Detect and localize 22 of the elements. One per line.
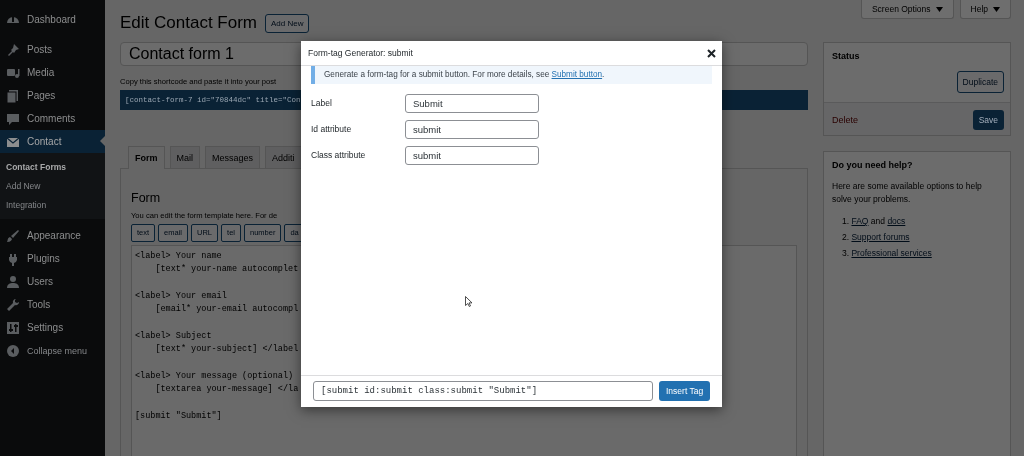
code-line: <label> Your name — [135, 250, 222, 263]
dialog-title: Form-tag Generator: submit — [308, 48, 413, 58]
code-line: [textarea your-message] </la — [154, 382, 299, 396]
page-title: Edit Contact Form — [120, 13, 257, 33]
field-label: Class attribute — [311, 149, 367, 162]
help-list-item: 1. FAQ and docs — [842, 215, 907, 228]
panel-heading: Form — [131, 191, 162, 205]
field-label: Id attribute — [311, 123, 353, 136]
code-line: [submit "Submit"] — [135, 409, 222, 423]
help-list-item: 2. Support forums — [842, 231, 911, 244]
help-text: Here are some available options to help solve your problems. — [831, 180, 983, 206]
code-line: <label> Subject — [135, 329, 212, 343]
notice-text: Generate a form-tag for a submit button. For more details, see Submit button. — [311, 66, 712, 84]
card-title: Status — [831, 50, 861, 61]
code-line: [email* your-email autocompl — [154, 303, 299, 317]
card-title: Do you need help? — [831, 159, 914, 170]
field-label: Label — [311, 97, 333, 110]
help-list-item: 3. Professional services — [842, 247, 933, 260]
code-line: <label> Your email — [135, 289, 227, 303]
code-line: <label> Your message (optional) — [135, 369, 294, 383]
code-line: [text* your-name autocomplet — [154, 263, 299, 277]
code-line: [text* your-subject] </label — [154, 343, 299, 357]
